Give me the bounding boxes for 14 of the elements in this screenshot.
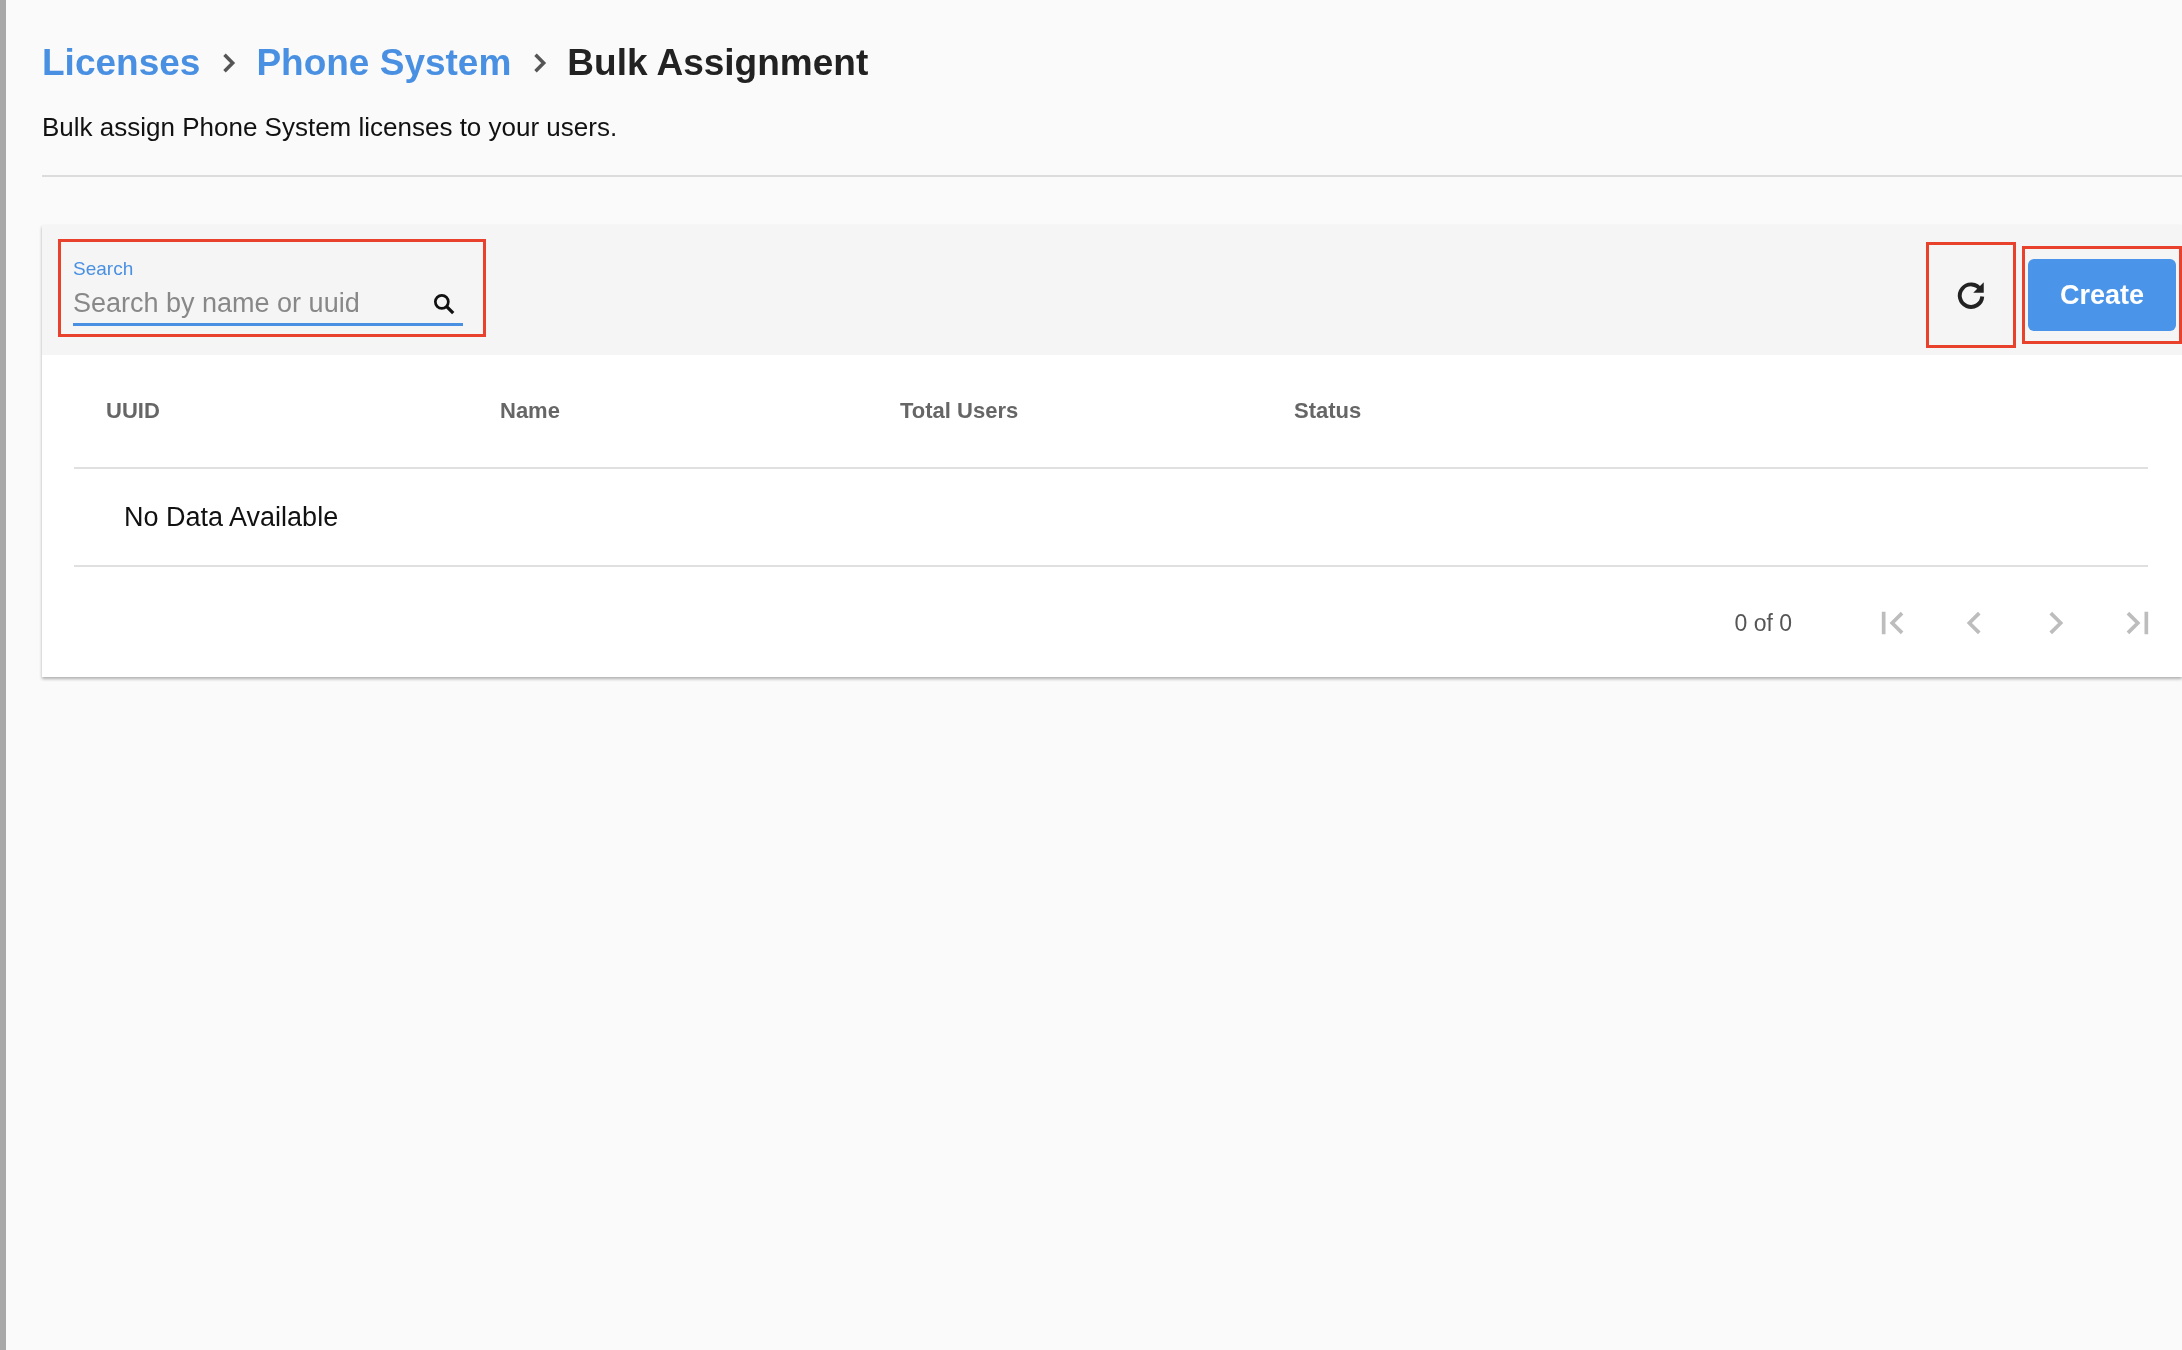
search-field[interactable]: Search Search by name or uuid <box>73 258 463 326</box>
empty-message: No Data Available <box>124 501 339 533</box>
create-button[interactable]: Create <box>2028 259 2176 331</box>
page-title: Bulk Assignment <box>567 42 869 84</box>
breadcrumb-link[interactable]: Licenses <box>42 42 201 84</box>
search-input[interactable]: Search by name or uuid <box>73 288 431 319</box>
field-label: Search <box>73 258 135 280</box>
column-header: UUID <box>106 398 161 424</box>
breadcrumb-link[interactable]: Phone System <box>256 42 512 84</box>
column-header: Status <box>1294 398 1363 424</box>
page-description: Bulk assign Phone System licenses to your users. <box>42 112 619 143</box>
page-range: 0 of 0 <box>1734 609 1792 637</box>
column-header: Name <box>500 398 561 424</box>
column-header: Total Users <box>900 398 1020 424</box>
